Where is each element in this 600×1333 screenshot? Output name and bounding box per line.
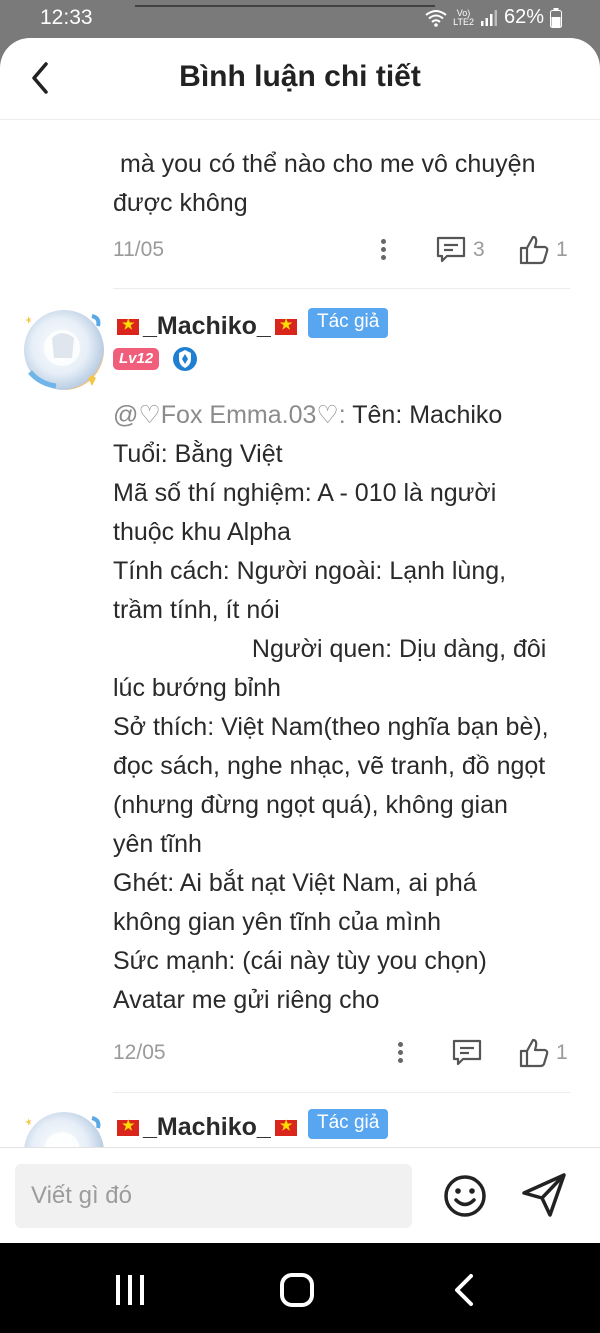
dot (397, 1042, 403, 1047)
recent-apps-icon[interactable] (114, 1275, 146, 1305)
header: Bình luận chi tiết (0, 38, 600, 120)
comment-line: không gian yên tĩnh của mình (113, 908, 442, 936)
comment-input-bar (0, 1147, 600, 1243)
comment-line: trầm tính, ít nói (113, 596, 280, 624)
shield-badge-icon (173, 347, 197, 371)
comment-date: 11/05 (113, 238, 164, 261)
comment-line: Sức mạnh: (cái này tùy you chọn) (113, 947, 487, 975)
avatar[interactable] (24, 1112, 104, 1147)
comment-line: (nhưng đừng ngọt quá), không gian (113, 791, 508, 819)
status-time: 12:33 (40, 6, 93, 29)
signal-icon (480, 9, 497, 26)
comment-line: yên tĩnh (113, 830, 202, 858)
username-text: _Machiko_ (143, 312, 271, 340)
more-options-button[interactable] (378, 236, 388, 266)
dot (380, 247, 386, 252)
dot (380, 239, 386, 244)
username-text: _Machiko_ (143, 1113, 271, 1141)
comment-line: mà you có thể nào cho me vô chuyện (113, 150, 536, 178)
vietnam-flag-icon (274, 1117, 297, 1136)
avatar[interactable] (24, 310, 104, 390)
like-count: 1 (556, 1041, 568, 1064)
notification-handle (135, 5, 435, 7)
avatar-frame-icon (25, 1116, 101, 1147)
divider (113, 288, 570, 289)
home-button[interactable] (280, 1273, 314, 1307)
more-options-button[interactable] (395, 1039, 405, 1069)
like-icon[interactable] (518, 1037, 550, 1069)
back-nav-icon[interactable] (451, 1273, 477, 1307)
status-icons: Vo) LTE2 62% (425, 6, 562, 29)
mention-link[interactable]: @♡Fox Emma.03♡: (113, 401, 346, 429)
battery-percent: 62% (503, 6, 544, 28)
network-lte-label: LTE2 (453, 16, 474, 27)
comment-input[interactable] (15, 1164, 412, 1228)
comment-line: Avatar me gửi riêng cho (113, 986, 380, 1014)
like-count: 1 (556, 238, 568, 261)
comment-line: Sở thích: Việt Nam(theo nghĩa bạn bè), (113, 713, 549, 741)
comment-line: Ghét: Ai bắt nạt Việt Nam, ai phá (113, 869, 477, 897)
comment-line: @♡Fox Emma.03♡: Tên: Machiko (113, 396, 583, 435)
reply-icon[interactable] (435, 234, 467, 266)
network-indicator: Vo) LTE2 (453, 8, 474, 27)
comment-line: Tính cách: Người ngoài: Lạnh lùng, (113, 557, 507, 585)
dot (397, 1050, 403, 1055)
comment-list[interactable]: mà you có thể nào cho me vô chuyện được … (0, 120, 600, 1147)
vietnam-flag-icon (274, 316, 297, 335)
wifi-icon (425, 9, 447, 27)
like-icon[interactable] (518, 234, 550, 266)
emoji-icon[interactable] (441, 1172, 489, 1220)
username[interactable]: _Machiko_ (113, 1113, 301, 1142)
author-badge: Tác giả (308, 1109, 389, 1139)
username[interactable]: _Machiko_ (113, 312, 301, 341)
comment-line: được không (113, 189, 248, 217)
comment-date: 12/05 (113, 1041, 166, 1064)
comment-line-text: Tên: Machiko (345, 401, 503, 429)
level-badge: Lv12 (113, 348, 160, 370)
reply-count: 3 (473, 238, 485, 261)
comment-line: Tuổi: Bằng Việt (113, 440, 283, 468)
comment-line: Người quen: Dịu dàng, đôi (113, 635, 547, 663)
dot (380, 255, 386, 260)
battery-icon (550, 7, 562, 28)
avatar-frame-icon (25, 314, 101, 389)
page-title: Bình luận chi tiết (179, 60, 421, 93)
divider (113, 1092, 570, 1093)
comment-body: mà you có thể nào cho me vô chuyện được … (113, 145, 583, 223)
comment-meta: 11/05 3 1 (113, 234, 570, 270)
status-bar: 12:33 Vo) LTE2 62% (0, 0, 600, 38)
comment-line: đọc sách, nghe nhạc, vẽ tranh, đồ ngọt (113, 752, 546, 780)
comment-line: lúc bướng bỉnh (113, 674, 281, 702)
reply-icon[interactable] (451, 1037, 483, 1069)
dot (397, 1058, 403, 1063)
vietnam-flag-icon (117, 1117, 139, 1136)
comment-meta: 12/05 1 (113, 1037, 570, 1073)
comment-line: thuộc khu Alpha (113, 518, 291, 546)
comment-detail-sheet: Bình luận chi tiết mà you có thể nào cho… (0, 38, 600, 1243)
send-icon[interactable] (518, 1171, 570, 1219)
comment-body: @♡Fox Emma.03♡: Tên: Machiko Tuổi: Bằng … (113, 396, 583, 1020)
comment-line: Mã số thí nghiệm: A - 010 là người (113, 479, 497, 507)
system-nav-bar (0, 1243, 600, 1333)
author-badge: Tác giả (308, 308, 389, 338)
vietnam-flag-icon (117, 316, 139, 335)
